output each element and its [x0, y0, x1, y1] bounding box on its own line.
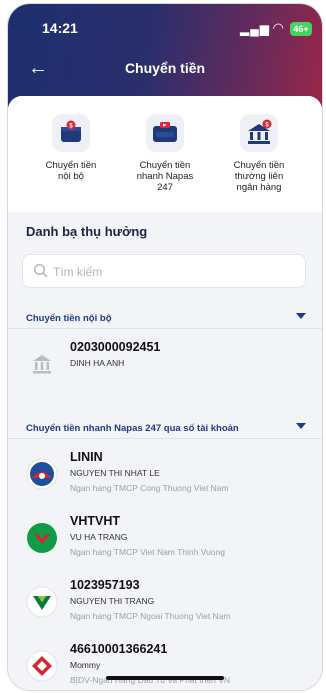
- internal-transfer-icon: $: [52, 114, 90, 152]
- bank-name: Ngan hang TMCP Cong Thuong Viet Nam: [70, 483, 229, 493]
- account-holder: NGUYEN THI TRANG: [70, 596, 155, 606]
- account-number: 0203000092451: [70, 340, 161, 354]
- account-holder: NGUYEN THI NHAT LE: [70, 468, 160, 478]
- account-number: 46610001366241: [70, 642, 168, 656]
- home-indicator: [106, 676, 224, 680]
- chevron-down-icon[interactable]: [296, 313, 306, 319]
- quick-action-internal-transfer[interactable]: $ Chuyển tiền nội bộ: [25, 114, 117, 182]
- beneficiary-item[interactable]: 46610001366241 Mommy BIDV-Ngan Hang Dau …: [8, 642, 322, 690]
- wifi-icon: ◠: [272, 20, 284, 35]
- signal-icon: ▂▄▆: [240, 22, 270, 36]
- beneficiary-item[interactable]: 1023957193 NGUYEN THI TRANG Ngan hang TM…: [8, 578, 322, 642]
- account-holder: VU HA TRANG: [70, 532, 128, 542]
- bank-name: Ngan hang TMCP Ngoai Thuong Viet Nam: [70, 611, 231, 621]
- battery-indicator: 46+: [290, 22, 312, 36]
- divider: [8, 328, 322, 329]
- vietcombank-logo: [26, 586, 58, 618]
- group-header-internal[interactable]: Chuyển tiền nội bộ: [26, 308, 306, 324]
- vietinbank-logo: [26, 458, 58, 490]
- beneficiary-item[interactable]: LININ NGUYEN THI NHAT LE Ngan hang TMCP …: [8, 450, 322, 514]
- account-number: 1023957193: [70, 578, 140, 592]
- status-time: 14:21: [42, 20, 78, 36]
- quick-action-label: Chuyển tiền nhanh Napas 247: [136, 160, 194, 193]
- quick-actions: $ Chuyển tiền nội bộ Chuyển tiền nhanh N…: [8, 96, 322, 212]
- quick-action-label: Chuyển tiền thường liên ngân hàng: [233, 160, 285, 193]
- group-title: Chuyển tiền nhanh Napas 247 qua số tài k…: [26, 423, 239, 434]
- quick-action-napas-247[interactable]: Chuyển tiền nhanh Napas 247: [119, 114, 211, 193]
- bank-building-icon: $: [240, 114, 278, 152]
- account-holder: DINH HA ANH: [70, 358, 125, 368]
- group-title: Chuyển tiền nội bộ: [26, 313, 112, 324]
- bank-gray-icon: [26, 348, 58, 380]
- search-icon: [33, 263, 48, 278]
- account-number: LININ: [70, 450, 103, 464]
- quick-action-label: Chuyển tiền nội bộ: [45, 160, 97, 182]
- phone-screen: 14:21 ▂▄▆ ◠ 46+ ← Chuyển tiền $ Chuyển t…: [8, 4, 322, 690]
- beneficiary-item[interactable]: 0203000092451 DINH HA ANH: [8, 340, 322, 404]
- vpbank-logo: [26, 522, 58, 554]
- bank-name: Ngan hang TMCP Viet Nam Thinh Vuong: [70, 547, 225, 557]
- account-holder: Mommy: [70, 660, 101, 670]
- account-number: VHTVHT: [70, 514, 120, 528]
- quick-action-interbank-transfer[interactable]: $ Chuyển tiền thường liên ngân hàng: [213, 114, 305, 193]
- status-bar: 14:21 ▂▄▆ ◠ 46+: [8, 20, 322, 40]
- page-title: Chuyển tiền: [124, 60, 206, 76]
- chevron-down-icon[interactable]: [296, 423, 306, 429]
- divider: [8, 438, 322, 439]
- directory-title: Danh bạ thụ hưởng: [26, 224, 148, 239]
- napas-card-icon: [146, 114, 184, 152]
- search-input[interactable]: [53, 261, 293, 283]
- bidv-logo: [26, 650, 58, 682]
- group-header-napas[interactable]: Chuyển tiền nhanh Napas 247 qua số tài k…: [26, 418, 306, 434]
- search-box[interactable]: [22, 254, 306, 288]
- beneficiary-item[interactable]: VHTVHT VU HA TRANG Ngan hang TMCP Viet N…: [8, 514, 322, 578]
- content-sheet: $ Chuyển tiền nội bộ Chuyển tiền nhanh N…: [8, 96, 322, 690]
